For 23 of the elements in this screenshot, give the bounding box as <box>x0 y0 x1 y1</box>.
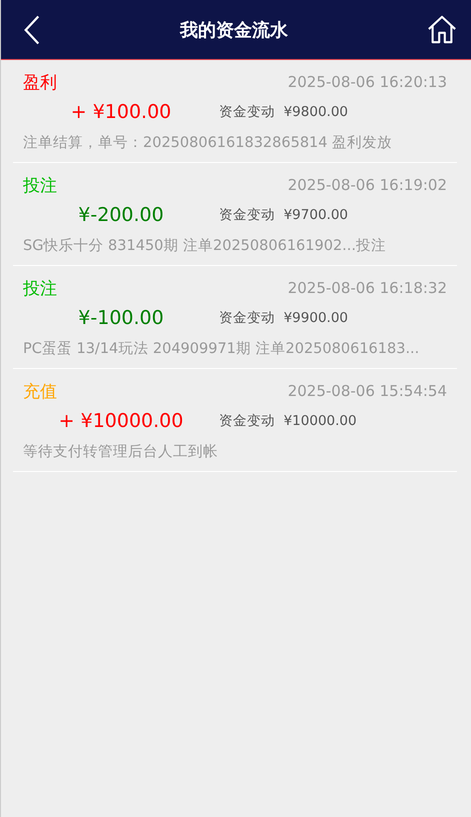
record-amount: ¥-200.00 <box>77 204 165 226</box>
balance-change: 资金变动 ¥9700.00 <box>219 206 348 224</box>
record-time: 2025-08-06 15:54:54 <box>288 382 447 400</box>
record-time: 2025-08-06 16:18:32 <box>288 279 447 297</box>
home-icon[interactable] <box>427 14 457 44</box>
balance-change: 资金变动 ¥9900.00 <box>219 309 348 327</box>
balance-change: 资金变动 ¥10000.00 <box>219 412 357 430</box>
back-icon[interactable] <box>23 14 41 46</box>
record-amount: ¥-100.00 <box>77 307 165 329</box>
record-amount: + ¥10000.00 <box>58 410 184 432</box>
record-time: 2025-08-06 16:19:02 <box>288 176 447 194</box>
record-type: 投注 <box>23 278 57 300</box>
record-time: 2025-08-06 16:20:13 <box>288 73 447 91</box>
page-title: 我的资金流水 <box>180 18 288 42</box>
record-type: 投注 <box>23 174 57 196</box>
record-note: 注单结算，单号：20250806161832865814 盈利发放 <box>23 134 394 153</box>
record-amount: + ¥100.00 <box>70 101 172 123</box>
record-note: SG快乐十分 831450期 注单20250806161902...投注 <box>23 237 387 256</box>
record-type: 充值 <box>23 380 57 402</box>
record-note: PC蛋蛋 13/14玩法 204909971期 注单2025080616183... <box>23 340 420 359</box>
balance-change: 资金变动 ¥9800.00 <box>219 103 348 121</box>
record-type: 盈利 <box>23 72 57 94</box>
record-note: 等待支付转管理后台人工到帐 <box>23 443 219 462</box>
